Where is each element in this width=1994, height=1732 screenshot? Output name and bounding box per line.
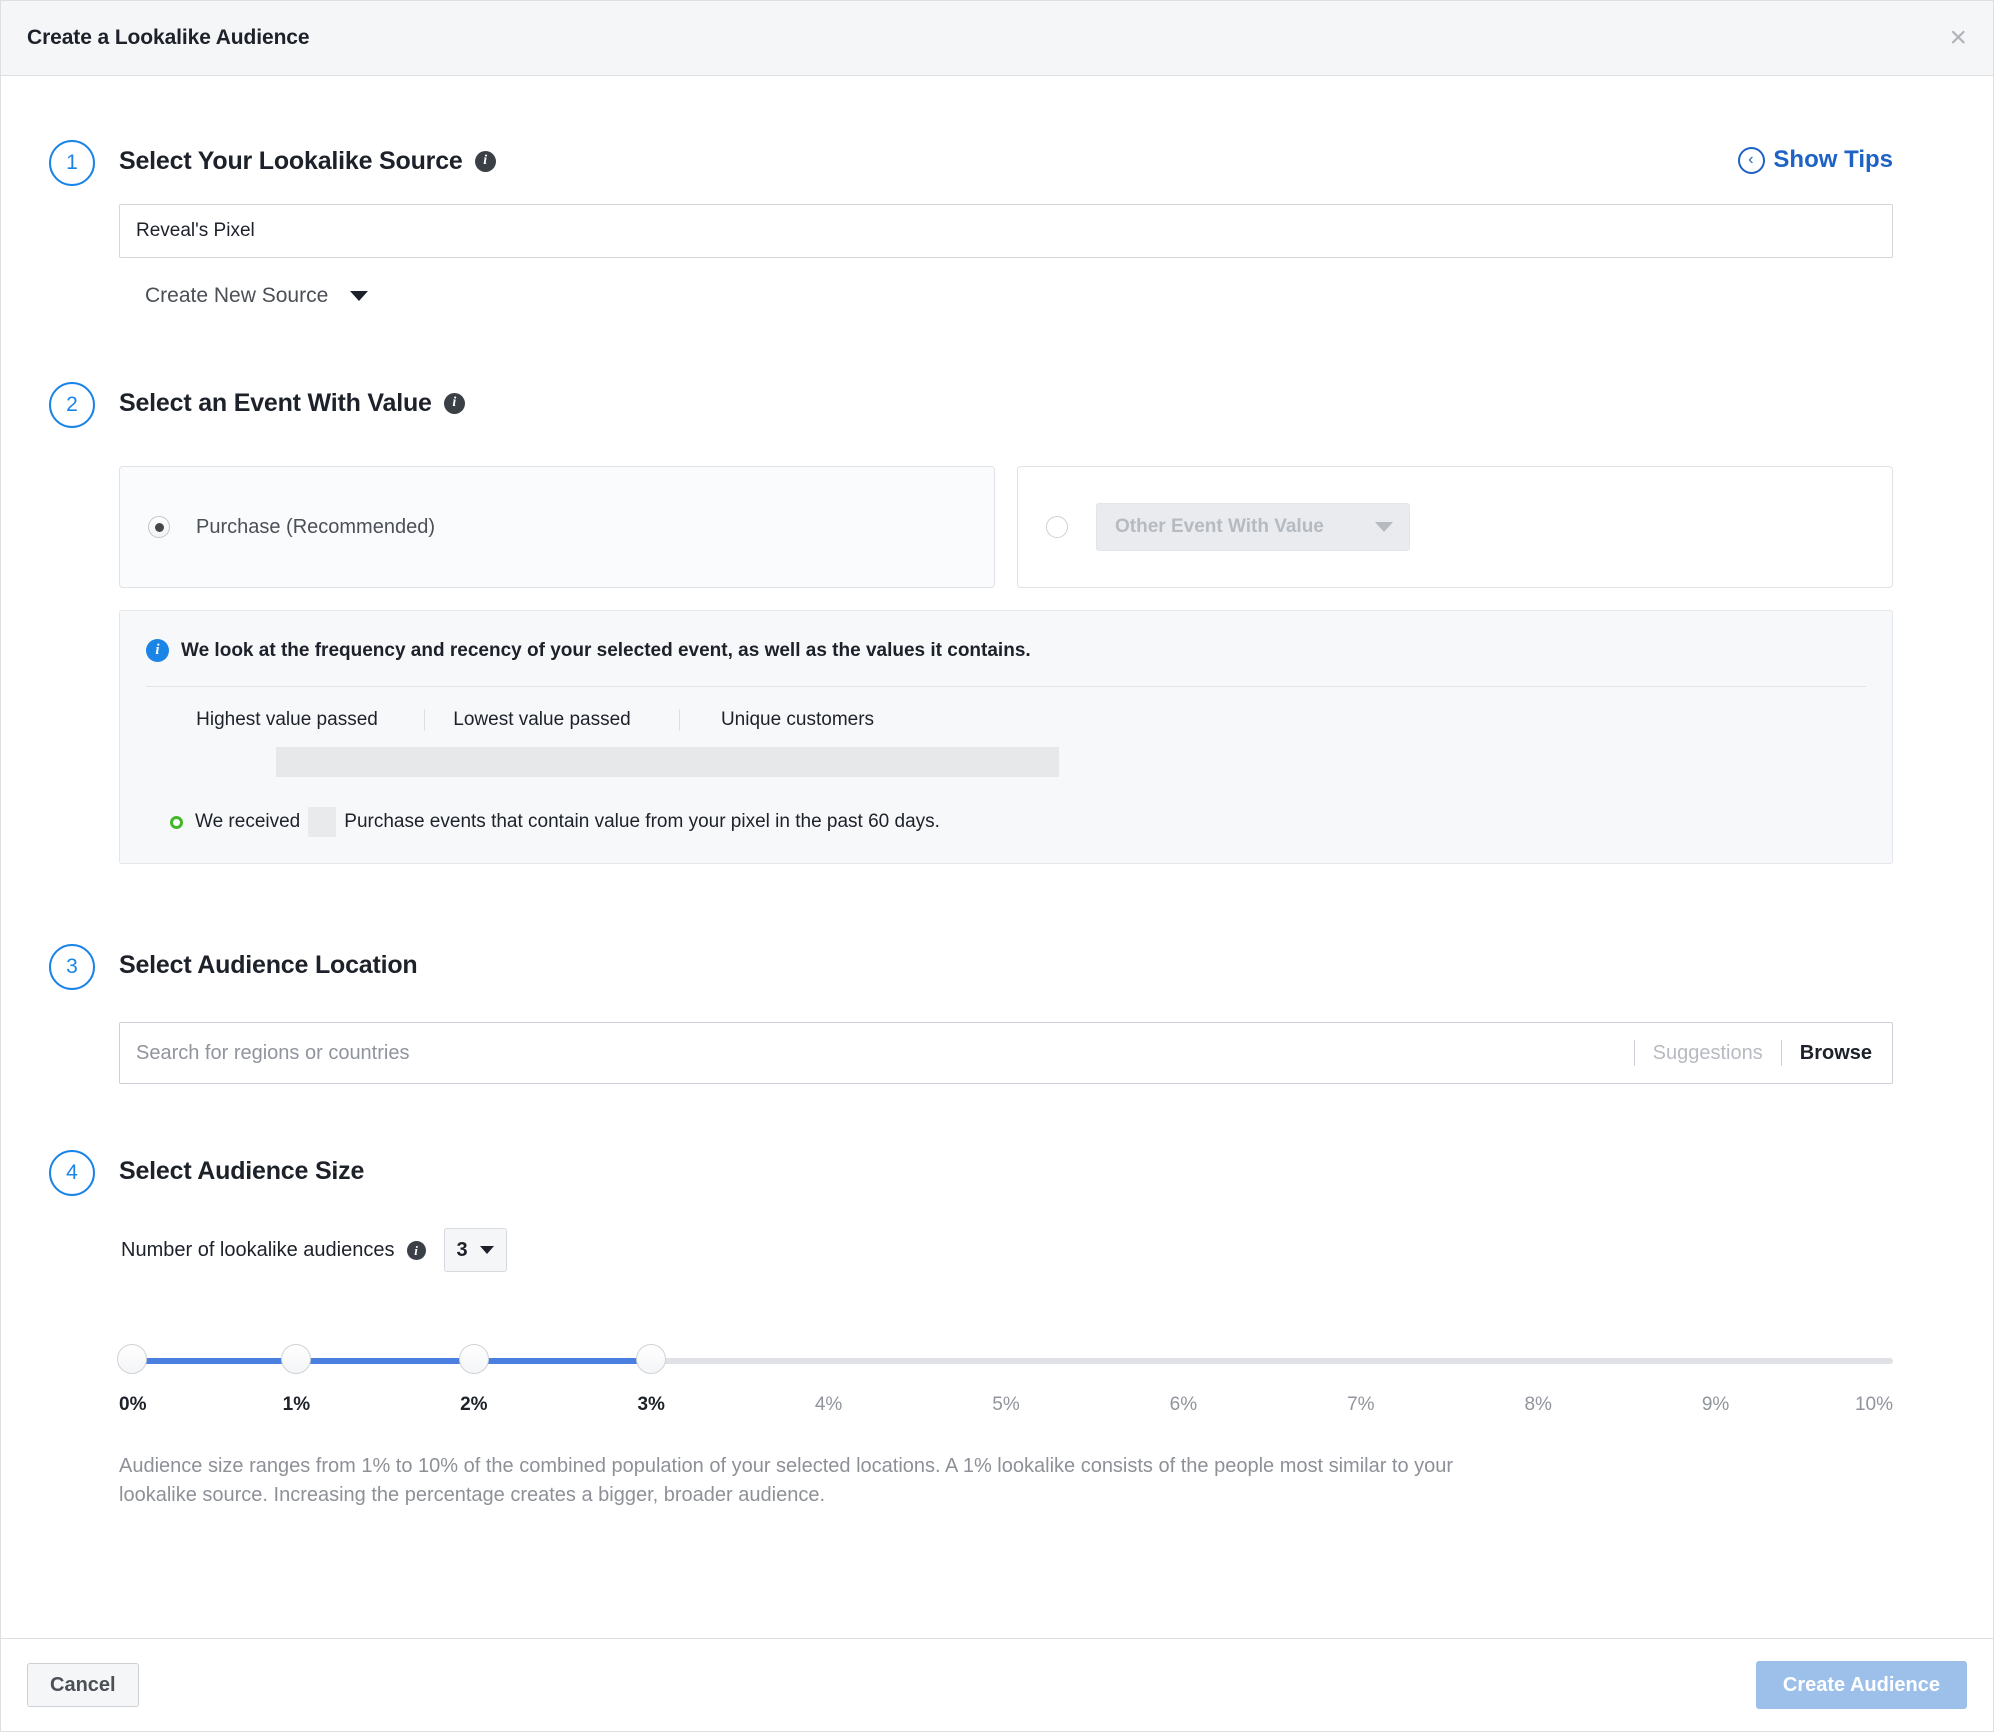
close-icon[interactable]: × xyxy=(1949,23,1967,53)
info-icon[interactable]: i xyxy=(406,1240,426,1260)
slider-tick: 7% xyxy=(1347,1394,1375,1415)
chevron-left-icon: ‹ xyxy=(1738,146,1766,174)
chevron-down-icon xyxy=(479,1246,494,1254)
section-title-4-text: Select Audience Size xyxy=(119,1156,365,1185)
slider-knob-0[interactable] xyxy=(117,1344,147,1374)
stat-label: Highest value passed xyxy=(196,709,378,730)
section-select-size: 4 Select Audience Size Number of lookali… xyxy=(1,1150,1993,1510)
other-event-select: Other Event With Value xyxy=(1096,503,1410,551)
other-event-select-label: Other Event With Value xyxy=(1115,516,1324,537)
slider-tick: 0% xyxy=(119,1394,147,1415)
event-stats-header: Highest value passed Lowest value passed… xyxy=(146,709,1866,731)
section-title-2-text: Select an Event With Value xyxy=(119,388,432,417)
create-new-source-label: Create New Source xyxy=(145,284,329,307)
radio-purchase[interactable] xyxy=(148,516,170,538)
stat-column: Lowest value passed xyxy=(425,709,680,731)
slider-knob-3[interactable] xyxy=(636,1344,667,1374)
slider-tick: 1% xyxy=(282,1394,311,1415)
slider-tick: 5% xyxy=(992,1394,1020,1415)
section-title-2: Select an Event With Value i xyxy=(119,382,1893,424)
location-search-box[interactable]: Search for regions or countries Suggesti… xyxy=(119,1022,1893,1084)
chevron-down-icon xyxy=(350,291,369,301)
section-title-3: Select Audience Location xyxy=(119,944,1893,986)
divider xyxy=(1780,1040,1782,1066)
number-of-audiences-label: Number of lookalike audiences xyxy=(121,1238,395,1261)
event-info-headline: i We look at the frequency and recency o… xyxy=(146,639,1866,662)
slider-tick: 3% xyxy=(637,1394,665,1415)
section-title-1: Select Your Lookalike Source i xyxy=(119,140,1893,182)
page-title: Create a Lookalike Audience xyxy=(27,26,310,49)
event-info-panel: i We look at the frequency and recency o… xyxy=(119,610,1893,864)
slider-fill xyxy=(119,1358,652,1364)
info-icon[interactable]: i xyxy=(443,392,465,414)
slider-tick-labels: 0% 1% 2% 3% 4% 5% 6% 7% 8% 9% 10% xyxy=(119,1394,1893,1422)
step-badge-4: 4 xyxy=(49,1150,95,1196)
divider xyxy=(146,686,1866,687)
info-icon[interactable]: i xyxy=(474,150,496,172)
step-badge-1: 1 xyxy=(49,140,95,186)
location-search-input[interactable]: Search for regions or countries xyxy=(136,1042,1616,1065)
divider xyxy=(1633,1040,1635,1066)
event-info-headline-text: We look at the frequency and recency of … xyxy=(181,639,1031,661)
section-title-1-text: Select Your Lookalike Source xyxy=(119,146,463,175)
radio-other-event[interactable] xyxy=(1046,516,1068,538)
show-tips-label: Show Tips xyxy=(1773,146,1893,173)
status-dot-icon xyxy=(170,815,183,829)
create-lookalike-audience-dialog: Create a Lookalike Audience × 1 ‹ Show T… xyxy=(0,0,1994,1732)
audience-size-slider[interactable] xyxy=(117,1344,1893,1378)
lookalike-source-input[interactable]: Reveal's Pixel xyxy=(119,204,1893,258)
event-option-purchase[interactable]: Purchase (Recommended) xyxy=(119,466,995,588)
info-icon: i xyxy=(146,639,169,662)
number-of-audiences-select[interactable]: 3 xyxy=(443,1228,507,1272)
section-select-event: 2 Select an Event With Value i Purchase … xyxy=(1,382,1993,864)
cancel-button[interactable]: Cancel xyxy=(27,1663,139,1707)
section-select-source: 1 ‹ Show Tips Select Your Lookalike Sour… xyxy=(1,140,1993,308)
event-options-row: Purchase (Recommended) Other Event With … xyxy=(119,466,1893,588)
radio-dot xyxy=(154,522,164,532)
slider-tick: 4% xyxy=(814,1394,843,1415)
stat-label: Lowest value passed xyxy=(453,709,631,730)
audience-size-description: Audience size ranges from 1% to 10% of t… xyxy=(119,1455,1454,1506)
suggestions-button[interactable]: Suggestions xyxy=(1653,1042,1763,1065)
create-new-source-dropdown[interactable]: Create New Source xyxy=(119,284,1893,308)
dialog-header: Create a Lookalike Audience × xyxy=(1,1,1993,76)
number-of-audiences-value: 3 xyxy=(456,1238,468,1261)
dialog-footer: Cancel Create Audience xyxy=(1,1638,1993,1731)
stat-label: Unique customers xyxy=(720,709,875,730)
events-received-prefix: We received xyxy=(195,811,301,832)
events-received-status: We received Purchase events that contain… xyxy=(146,807,1866,837)
events-received-count-redacted xyxy=(308,807,337,837)
stat-column: Highest value passed xyxy=(170,709,425,731)
event-option-other[interactable]: Other Event With Value xyxy=(1017,466,1893,588)
section-title-3-text: Select Audience Location xyxy=(119,950,418,979)
browse-button[interactable]: Browse xyxy=(1800,1042,1872,1065)
slider-tick: 9% xyxy=(1701,1394,1730,1415)
stat-values-redacted xyxy=(276,747,1059,777)
stat-column: Unique customers xyxy=(680,709,935,731)
section-title-4: Select Audience Size xyxy=(119,1150,1893,1192)
event-option-purchase-label: Purchase (Recommended) xyxy=(196,515,435,538)
step-badge-2: 2 xyxy=(49,382,95,428)
slider-tick: 6% xyxy=(1169,1394,1198,1415)
events-received-suffix: Purchase events that contain value from … xyxy=(344,811,940,832)
step-badge-3: 3 xyxy=(49,944,95,990)
slider-knob-2[interactable] xyxy=(458,1344,489,1374)
slider-knob-1[interactable] xyxy=(281,1344,312,1374)
dialog-body: 1 ‹ Show Tips Select Your Lookalike Sour… xyxy=(1,76,1993,1638)
section-select-location: 3 Select Audience Location Search for re… xyxy=(1,944,1993,1084)
slider-tick: 10% xyxy=(1854,1394,1893,1415)
show-tips-button[interactable]: ‹ Show Tips xyxy=(1738,146,1893,174)
slider-tick: 8% xyxy=(1524,1394,1552,1415)
number-of-audiences-row: Number of lookalike audiences i 3 xyxy=(119,1228,1893,1272)
chevron-down-icon xyxy=(1375,522,1393,532)
slider-tick: 2% xyxy=(460,1394,488,1415)
create-audience-button[interactable]: Create Audience xyxy=(1755,1661,1967,1709)
lookalike-source-value: Reveal's Pixel xyxy=(136,220,255,241)
